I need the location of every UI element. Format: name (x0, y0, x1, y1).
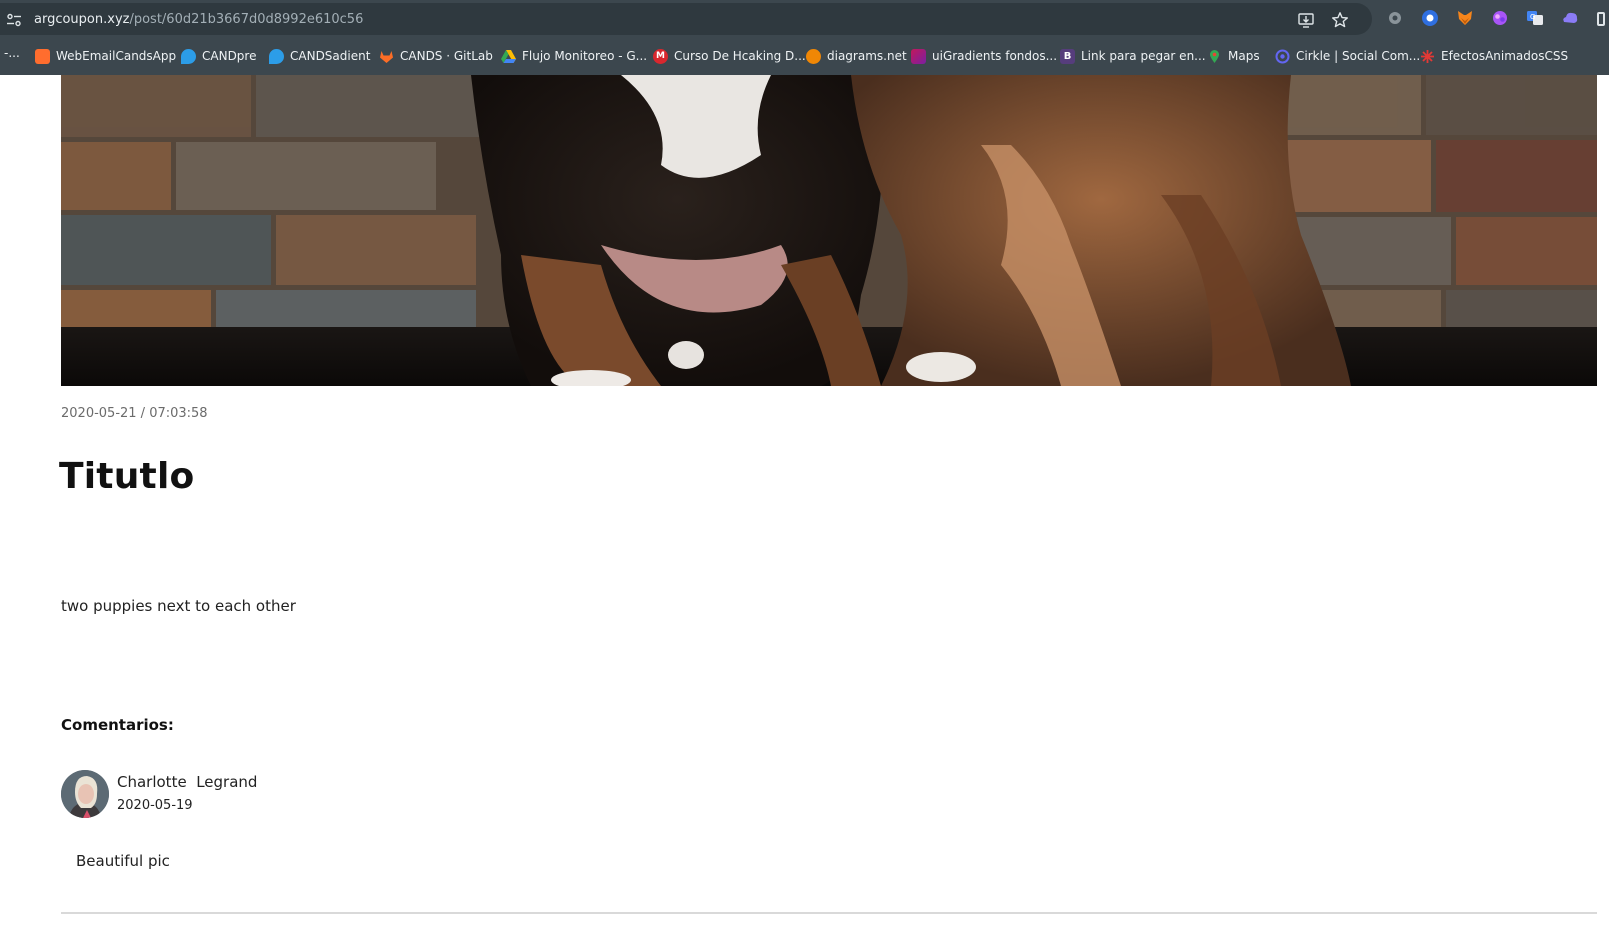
bookmark-label: diagrams.net (827, 49, 907, 63)
bookmark-webemailcandsapp[interactable]: WebEmailCandsApp (35, 44, 176, 68)
bookmark-candpre[interactable]: CANDpre (181, 44, 256, 68)
bookmark-label: CANDS · GitLab (400, 49, 493, 63)
bookmark-label: Curso De Hcaking D... (674, 49, 806, 63)
extension-puzzle-icon[interactable] (1386, 9, 1404, 27)
uigradients-icon (911, 48, 926, 64)
bookmark-label: CANDpre (202, 49, 257, 63)
bookmark-maps[interactable]: Maps (1207, 44, 1260, 68)
bootstrap-icon: B (1060, 48, 1075, 64)
webemail-icon (35, 48, 50, 64)
address-bar[interactable]: argcoupon.xyz/post/60d21b3667d0d8992e610… (0, 3, 1372, 35)
bookmark-label: Cirkle | Social Com... (1296, 49, 1421, 63)
bookmark-label: uiGradients fondos... (932, 49, 1058, 63)
url-text[interactable]: argcoupon.xyz/post/60d21b3667d0d8992e610… (34, 12, 363, 27)
drive-icon (501, 49, 516, 63)
bookmark-cands-gitlab[interactable]: CANDS · GitLab (379, 44, 493, 68)
extension-circle-icon[interactable] (1421, 9, 1439, 27)
maps-icon (1210, 49, 1219, 63)
comment-author[interactable]: Charlotte Legrand (117, 773, 257, 791)
comments-heading: Comentarios: (61, 716, 174, 734)
post-date: 2020-05-21 / 07:03:58 (61, 406, 208, 421)
bookmark-star-icon[interactable] (1331, 11, 1349, 29)
post-title: Titutlo (59, 456, 195, 497)
comment-date: 2020-05-19 (117, 798, 193, 813)
bookmark-label: Maps (1228, 49, 1260, 63)
bookmark-flujo-monitoreo[interactable]: Flujo Monitoreo - G... (501, 44, 647, 68)
svg-text:G: G (1530, 13, 1535, 21)
side-panel-icon[interactable] (1597, 12, 1605, 26)
diagrams-icon (806, 48, 821, 64)
bookmark-label: Flujo Monitoreo - G... (522, 49, 648, 63)
url-path: /post/60d21b3667d0d8992e610c56 (129, 12, 364, 27)
bookmark-uigradients[interactable]: uiGradients fondos... (911, 44, 1057, 68)
post-image (61, 75, 1597, 386)
cirkle-icon (1275, 49, 1290, 63)
browser-toolbar: argcoupon.xyz/post/60d21b3667d0d8992e610… (0, 0, 1609, 75)
avatar[interactable] (61, 770, 109, 818)
cands-icon (181, 48, 196, 64)
install-app-icon[interactable] (1297, 11, 1315, 29)
bookmark-overflow[interactable]: -... (4, 46, 20, 60)
url-host: argcoupon.xyz (34, 12, 130, 27)
gitlab-icon (380, 50, 393, 63)
bookmark-efectosanimados[interactable]: EfectosAnimadosCSS (1420, 44, 1568, 68)
site-info-icon[interactable] (6, 13, 22, 27)
mega-icon: M (653, 48, 668, 64)
metamask-fox-icon[interactable] (1456, 9, 1474, 27)
bookmark-curso-hcaking[interactable]: M Curso De Hcaking D... (653, 44, 806, 68)
bookmark-label: WebEmailCandsApp (56, 49, 177, 63)
post-description: two puppies next to each other (61, 597, 296, 615)
bookmark-candsadient[interactable]: CANDSadient (269, 44, 370, 68)
bookmark-diagrams[interactable]: diagrams.net (806, 44, 907, 68)
translate-icon[interactable]: G (1526, 9, 1544, 27)
bookmark-label: EfectosAnimadosCSS (1441, 49, 1569, 63)
brain-extension-icon[interactable] (1491, 9, 1509, 27)
divider (61, 912, 1597, 914)
cands-icon (269, 48, 284, 64)
bookmark-link-para-pegar[interactable]: B Link para pegar en... (1060, 44, 1206, 68)
bookmarks-bar: -... WebEmailCandsApp CANDpre CANDSadien… (0, 44, 1609, 68)
bookmark-label: CANDSadient (290, 49, 371, 63)
bookmark-cirkle[interactable]: Cirkle | Social Com... (1275, 44, 1420, 68)
efectos-icon (1421, 49, 1434, 63)
comment-text: Beautiful pic (76, 852, 170, 870)
bookmark-label: Link para pegar en... (1081, 49, 1206, 63)
cloud-extension-icon[interactable] (1561, 9, 1579, 27)
